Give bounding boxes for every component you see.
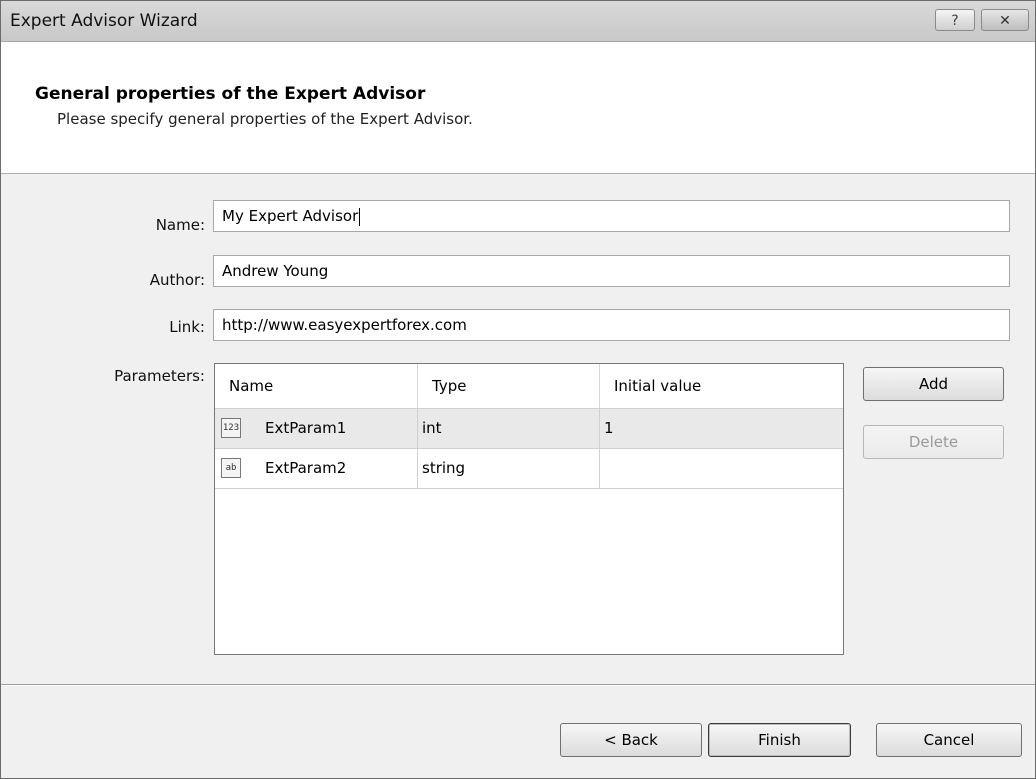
table-row[interactable]: 123 ExtParam1 int 1: [215, 409, 843, 449]
integer-param-icon: 123: [221, 418, 241, 438]
string-param-icon: ab: [221, 458, 241, 478]
page-title: General properties of the Expert Advisor: [35, 84, 426, 104]
finish-button[interactable]: Finish: [708, 723, 851, 757]
param-type-cell[interactable]: int: [418, 409, 600, 448]
cancel-button[interactable]: Cancel: [876, 723, 1022, 757]
column-header-type[interactable]: Type: [418, 364, 600, 408]
wizard-window: Expert Advisor Wizard ? ✕ General proper…: [0, 0, 1036, 779]
author-field[interactable]: [213, 255, 1010, 287]
help-button[interactable]: ?: [935, 9, 975, 31]
param-initial-value-cell[interactable]: [600, 449, 843, 488]
author-label: Author:: [149, 271, 205, 289]
text-caret: [359, 207, 361, 226]
add-button[interactable]: Add: [863, 367, 1004, 401]
page-subtitle: Please specify general properties of the…: [57, 110, 473, 128]
name-field[interactable]: My Expert Advisor: [213, 200, 1010, 232]
name-field-value: My Expert Advisor: [222, 207, 359, 225]
window-title: Expert Advisor Wizard: [10, 11, 198, 31]
grid-header: Name Type Initial value: [215, 364, 843, 409]
back-button[interactable]: < Back: [560, 723, 702, 757]
wizard-header: General properties of the Expert Advisor…: [1, 42, 1035, 174]
param-name: ExtParam2: [265, 459, 347, 477]
delete-button[interactable]: Delete: [863, 425, 1004, 459]
footer-divider: [1, 684, 1035, 686]
param-initial-value-cell[interactable]: 1: [600, 409, 843, 448]
column-header-initial-value[interactable]: Initial value: [600, 364, 843, 408]
parameters-grid[interactable]: Name Type Initial value 123 ExtParam1 in…: [214, 363, 844, 655]
name-label: Name:: [155, 216, 205, 234]
param-name-cell[interactable]: ab ExtParam2: [215, 449, 418, 488]
table-row[interactable]: ab ExtParam2 string: [215, 449, 843, 489]
parameters-label: Parameters:: [114, 367, 205, 385]
link-label: Link:: [169, 318, 205, 336]
column-header-name[interactable]: Name: [215, 364, 418, 408]
link-field[interactable]: [213, 309, 1010, 341]
param-type-cell[interactable]: string: [418, 449, 600, 488]
param-name-cell[interactable]: 123 ExtParam1: [215, 409, 418, 448]
param-name: ExtParam1: [265, 419, 347, 437]
close-button[interactable]: ✕: [981, 9, 1029, 31]
title-bar: Expert Advisor Wizard ? ✕: [1, 1, 1035, 42]
